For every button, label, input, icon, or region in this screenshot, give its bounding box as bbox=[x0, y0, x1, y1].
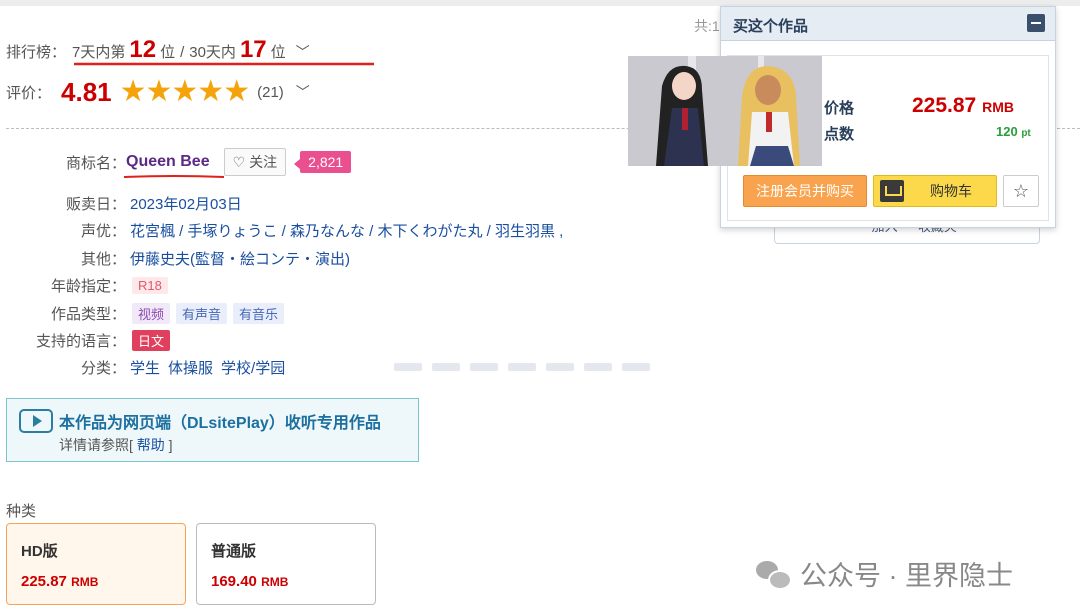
age-row: 年龄指定： R18 bbox=[6, 275, 174, 296]
rating-stars-icon: ★★★★★ bbox=[119, 75, 250, 108]
brand-link[interactable]: Queen Bee bbox=[126, 153, 210, 171]
dlsite-play-notice: 本作品为网页端（DLsitePlay）收听专用作品 详情请参照[ 帮助 ] bbox=[6, 398, 419, 462]
week-rank-value: 12 bbox=[129, 36, 157, 63]
brand-row: 商标名： Queen Bee ♡ 关注 2,821 bbox=[6, 148, 352, 176]
edition-price: 225.87 RMB bbox=[21, 573, 171, 590]
ranking-expand-icon[interactable]: ﹀ bbox=[296, 42, 310, 62]
cast-links[interactable]: 花宮楓 / 手塚りょうこ / 森乃なんな / 木下くわがた丸 / 羽生羽黒 , bbox=[130, 220, 563, 241]
cast-row: 声优： 花宮楓 / 手塚りょうこ / 森乃なんな / 木下くわがた丸 / 羽生羽… bbox=[6, 220, 563, 241]
other-row: 其他： 伊藤史夫(監督・絵コンテ・演出) bbox=[6, 248, 350, 269]
help-link[interactable]: 帮助 bbox=[137, 437, 165, 453]
panel-points-value: 120 bbox=[996, 124, 1018, 139]
type-row: 作品类型： 视频 有声音 有音乐 bbox=[6, 303, 290, 324]
panel-price: 225.87 RMB bbox=[912, 94, 1014, 118]
rating-value: 4.81 bbox=[61, 76, 112, 107]
play-notice-sub: 详情请参照[ 帮助 ] bbox=[59, 435, 173, 455]
release-label: 贩卖日： bbox=[65, 196, 126, 213]
language-label: 支持的语言： bbox=[35, 333, 126, 350]
watermark-text: 公众号 · 里界隐士 bbox=[800, 561, 1013, 591]
rating-count[interactable]: (21) bbox=[257, 84, 284, 101]
edition-price-unit: RMB bbox=[261, 575, 289, 589]
type-tag-video[interactable]: 视频 bbox=[132, 303, 171, 324]
product-thumbnail[interactable] bbox=[628, 56, 822, 166]
edition-price-value: 169.40 bbox=[211, 573, 257, 590]
genre-link-school[interactable]: 学校/学园 bbox=[221, 357, 285, 378]
cart-icon bbox=[880, 180, 904, 202]
star-outline-icon[interactable]: ☆ bbox=[1003, 175, 1039, 207]
heart-icon: ♡ bbox=[232, 153, 246, 170]
panel-points-unit: pt bbox=[1021, 128, 1031, 139]
blurred-genres bbox=[394, 358, 650, 376]
release-date-link[interactable]: 2023年02月03日 bbox=[130, 193, 242, 214]
price-labels: 价格 点数 bbox=[824, 96, 854, 148]
other-label: 其他： bbox=[80, 251, 126, 268]
brand-underline-annotation bbox=[124, 175, 224, 178]
play-notice-title: 本作品为网页端（DLsitePlay）收听专用作品 bbox=[59, 415, 381, 432]
total-label: 共:1 bbox=[694, 18, 720, 34]
edition-card-normal[interactable]: 普通版 169.40 RMB bbox=[196, 523, 376, 605]
follow-count-badge: 2,821 bbox=[294, 151, 352, 173]
month-rank-suffix: 位 bbox=[270, 44, 286, 61]
type-tag-music[interactable]: 有音乐 bbox=[233, 303, 285, 324]
add-to-cart-button[interactable]: 购物车 bbox=[873, 175, 997, 207]
week-rank-prefix: 7天内第 bbox=[72, 44, 126, 61]
genre-link-gym[interactable]: 体操服 bbox=[168, 357, 213, 378]
month-rank-prefix: 30天内 bbox=[189, 44, 236, 61]
play-icon bbox=[19, 409, 53, 433]
points-label: 点数 bbox=[824, 126, 855, 143]
anime-cover-image bbox=[628, 56, 822, 166]
rating-row: 评价： 4.81 ★★★★★ (21) ﹀ bbox=[6, 76, 310, 108]
brand-label: 商标名： bbox=[65, 154, 126, 172]
month-rank-value: 17 bbox=[239, 36, 267, 63]
play-notice-suffix: ] bbox=[168, 437, 173, 453]
week-rank-suffix: 位 bbox=[160, 44, 176, 61]
type-tag-voice[interactable]: 有声音 bbox=[176, 303, 228, 324]
cast-label: 声优： bbox=[80, 223, 126, 240]
watermark: 公众号 · 里界隐士 bbox=[754, 554, 1013, 593]
follow-button[interactable]: ♡ 关注 bbox=[223, 148, 287, 176]
genre-row: 分类： 学生 体操服 学校/学园 bbox=[6, 357, 285, 378]
age-rating-tag[interactable]: R18 bbox=[132, 277, 168, 294]
type-label: 作品类型： bbox=[50, 306, 126, 323]
edition-price-unit: RMB bbox=[71, 575, 99, 589]
edition-name: HD版 bbox=[21, 543, 58, 560]
panel-points: 120 pt bbox=[996, 124, 1031, 139]
panel-price-currency: RMB bbox=[982, 99, 1014, 115]
rating-label: 评价： bbox=[6, 84, 52, 102]
edition-card-hd[interactable]: HD版 225.87 RMB bbox=[6, 523, 186, 605]
language-tag[interactable]: 日文 bbox=[132, 330, 171, 351]
play-notice-prefix: 详情请参照[ bbox=[59, 437, 133, 453]
cart-button-label: 购物车 bbox=[930, 183, 972, 199]
wechat-icon bbox=[754, 558, 792, 590]
register-and-buy-button[interactable]: 注册会员并购买 bbox=[743, 175, 867, 207]
buy-panel-header: 买这个作品 bbox=[721, 7, 1055, 41]
edition-price: 169.40 RMB bbox=[211, 573, 361, 590]
rank-separator: / bbox=[180, 44, 185, 61]
price-label: 价格 bbox=[824, 100, 855, 117]
release-row: 贩卖日： 2023年02月03日 bbox=[6, 193, 242, 214]
age-label: 年龄指定： bbox=[50, 278, 126, 295]
buy-panel-title: 买这个作品 bbox=[733, 18, 809, 35]
red-underline-annotation bbox=[74, 62, 374, 66]
rating-expand-icon[interactable]: ﹀ bbox=[296, 82, 310, 102]
edition-price-value: 225.87 bbox=[21, 573, 67, 590]
panel-price-value: 225.87 bbox=[912, 94, 977, 117]
minimize-icon[interactable] bbox=[1027, 14, 1045, 32]
edition-label: 种类 bbox=[6, 503, 37, 520]
genre-link-student[interactable]: 学生 bbox=[130, 357, 160, 378]
follow-label: 关注 bbox=[249, 154, 278, 170]
language-row: 支持的语言： 日文 bbox=[6, 330, 176, 351]
other-link[interactable]: 伊藤史夫(監督・絵コンテ・演出) bbox=[130, 248, 350, 269]
genre-label: 分类： bbox=[80, 360, 126, 377]
edition-name: 普通版 bbox=[211, 543, 257, 560]
ranking-label: 排行榜： bbox=[6, 44, 67, 61]
